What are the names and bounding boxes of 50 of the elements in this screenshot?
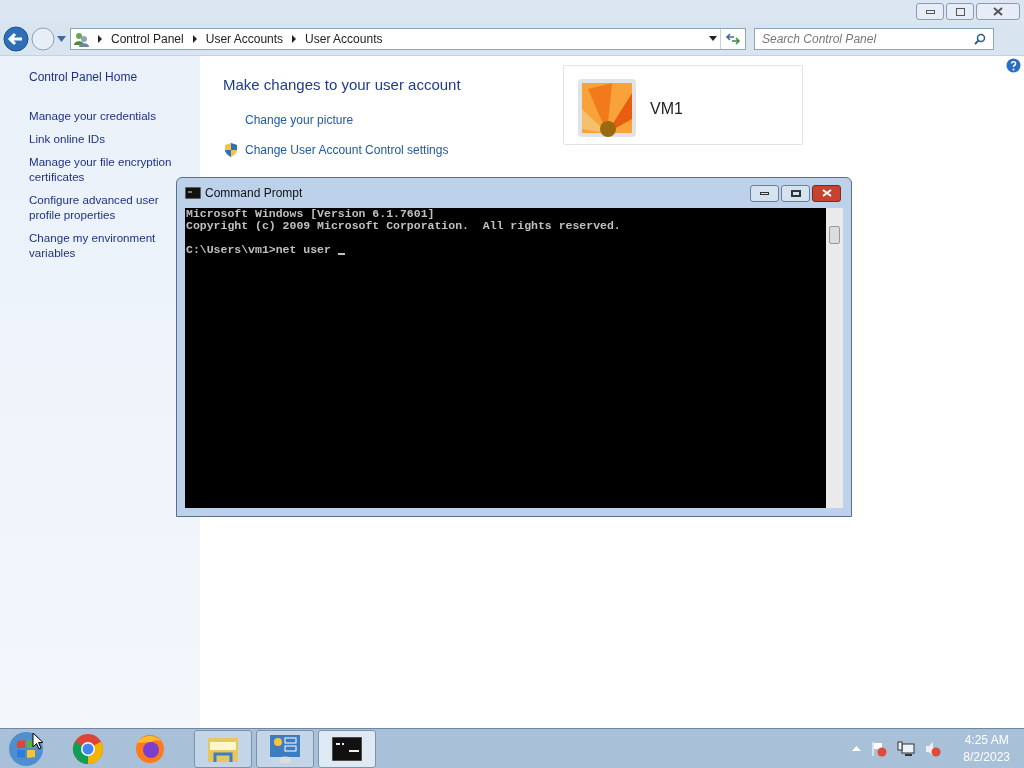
breadcrumb-item[interactable]: User Accounts (305, 29, 383, 48)
window-title: Command Prompt (205, 185, 303, 202)
search-icon[interactable] (974, 32, 986, 45)
restore-button[interactable] (946, 3, 974, 20)
chevron-icon[interactable] (95, 34, 105, 43)
command-prompt-button[interactable] (318, 729, 376, 768)
sidebar-link[interactable]: Manage your file encryption certificates (29, 154, 176, 184)
console-icon (185, 187, 201, 199)
help-icon[interactable] (1006, 58, 1021, 73)
sidebar-link[interactable]: Link online IDs (29, 131, 106, 146)
text-cursor (337, 253, 345, 255)
history-caret-icon[interactable] (57, 35, 66, 42)
breadcrumb-item[interactable]: Control Panel (111, 29, 184, 48)
file-explorer-button[interactable] (194, 729, 252, 768)
search-box[interactable]: Search Control Panel (754, 27, 994, 50)
chrome-icon[interactable] (72, 732, 104, 765)
speaker-muted-icon[interactable] (925, 740, 942, 757)
console-line: Microsoft Windows [Version 6.1.7601] (186, 208, 435, 220)
console-icon (332, 736, 362, 761)
refresh-icon[interactable] (725, 31, 741, 46)
minimize-button[interactable] (750, 184, 779, 202)
flag-error-icon[interactable] (871, 740, 888, 757)
scrollbar[interactable] (826, 208, 843, 508)
console-line: Copyright (c) 2009 Microsoft Corporation. All rights reserved. (186, 220, 621, 232)
search-field[interactable]: Search Control Panel (755, 28, 974, 49)
page-heading: Make changes to your user account (223, 75, 462, 95)
maximize-button[interactable] (781, 184, 810, 202)
mouse-pointer-icon (32, 732, 44, 750)
users-icon (73, 30, 89, 47)
sidebar-link[interactable]: Change my environment variables (29, 230, 176, 260)
firefox-icon[interactable] (134, 732, 166, 765)
sidebar-link[interactable]: Configure advanced user profile properties (29, 192, 176, 222)
control-panel-icon (269, 733, 301, 764)
close-button[interactable] (976, 3, 1020, 20)
sidebar-link[interactable]: Manage your credentials (29, 108, 156, 123)
back-button[interactable] (3, 25, 29, 52)
console-line[interactable]: C:\Users\vm1>net user (186, 244, 338, 256)
close-icon (821, 189, 832, 197)
shield-icon (223, 141, 239, 158)
task-link[interactable]: Change your picture (245, 110, 354, 129)
account-name: VM1 (650, 99, 683, 119)
task-link[interactable]: Change User Account Control settings (245, 140, 449, 159)
address-bar[interactable]: Control Panel User Accounts User Accounts (70, 27, 746, 50)
dropdown-caret-icon[interactable] (709, 36, 717, 41)
minimize-button[interactable] (916, 3, 944, 20)
sidebar-link[interactable]: Control Panel Home (29, 68, 138, 86)
breadcrumb-item[interactable]: User Accounts (205, 29, 284, 48)
close-icon (993, 7, 1003, 16)
close-button[interactable] (812, 184, 841, 202)
network-icon[interactable] (897, 740, 916, 757)
